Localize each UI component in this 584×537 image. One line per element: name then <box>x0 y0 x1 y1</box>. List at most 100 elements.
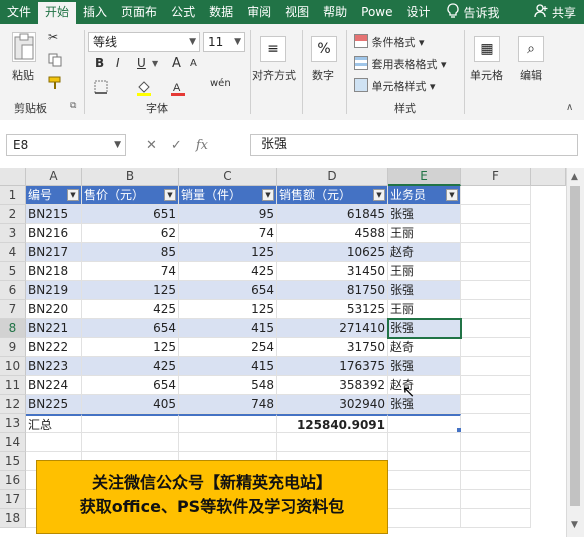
filter-dropdown-icon[interactable]: ▼ <box>446 189 458 201</box>
table-cell[interactable]: BN222 <box>26 338 82 357</box>
table-resize-handle[interactable] <box>457 428 461 432</box>
table-cell[interactable]: 62 <box>82 224 179 243</box>
cell[interactable] <box>461 395 531 414</box>
cell[interactable] <box>461 509 531 528</box>
tab-data[interactable]: 数据 <box>202 0 240 24</box>
row-header-9[interactable]: 9 <box>0 338 26 357</box>
cancel-icon[interactable]: ✕ <box>146 138 157 153</box>
cell[interactable] <box>179 433 277 452</box>
table-cell[interactable]: 302940 <box>277 395 388 414</box>
tab-formulas[interactable]: 公式 <box>164 0 202 24</box>
border-icon[interactable] <box>94 80 108 97</box>
alignment-icon[interactable]: ≡ <box>260 36 286 62</box>
table-cell[interactable]: 张强 <box>388 205 461 224</box>
format-painter-icon[interactable] <box>48 76 62 93</box>
row-header-11[interactable]: 11 <box>0 376 26 395</box>
copy-icon[interactable] <box>48 53 62 70</box>
cell[interactable] <box>388 452 461 471</box>
table-cell[interactable]: 425 <box>82 300 179 319</box>
table-header-cell[interactable]: 售价（元） ▼ <box>82 186 179 205</box>
cell[interactable] <box>26 433 82 452</box>
grow-font-button[interactable]: A <box>172 56 181 71</box>
number-format-button[interactable]: 数字 <box>312 67 334 83</box>
insert-function-icon[interactable]: fx <box>196 138 208 153</box>
table-cell[interactable]: 10625 <box>277 243 388 262</box>
filter-dropdown-icon[interactable]: ▼ <box>262 189 274 201</box>
table-cell[interactable]: 王丽 <box>388 224 461 243</box>
row-header-14[interactable]: 14 <box>0 433 26 452</box>
total-empty-cell[interactable] <box>82 414 179 433</box>
cell[interactable] <box>461 224 531 243</box>
cell[interactable] <box>461 452 531 471</box>
table-header-cell[interactable]: 销售额（元） ▼ <box>277 186 388 205</box>
font-name-select[interactable]: 等线 ▼ <box>88 32 200 52</box>
fill-color-icon[interactable] <box>136 80 152 99</box>
cell[interactable] <box>461 338 531 357</box>
cell[interactable] <box>388 433 461 452</box>
collapse-ribbon-icon[interactable]: ∧ <box>566 102 573 113</box>
row-header-12[interactable]: 12 <box>0 395 26 414</box>
row-header-7[interactable]: 7 <box>0 300 26 319</box>
row-header-2[interactable]: 2 <box>0 205 26 224</box>
cells-icon[interactable]: ▦ <box>474 36 500 62</box>
tab-home[interactable]: 开始 <box>38 0 77 24</box>
table-cell[interactable]: 王丽 <box>388 262 461 281</box>
cell[interactable] <box>461 490 531 509</box>
cell[interactable] <box>461 357 531 376</box>
row-header-18[interactable]: 18 <box>0 509 26 528</box>
conditional-format-button[interactable]: 条件格式 ▾ <box>354 34 425 50</box>
table-cell[interactable]: BN216 <box>26 224 82 243</box>
table-cell[interactable]: 王丽 <box>388 300 461 319</box>
vertical-scrollbar[interactable]: ▲ ▼ <box>566 168 584 537</box>
tab-design[interactable]: 设计 <box>400 0 438 24</box>
table-cell[interactable]: 95 <box>179 205 277 224</box>
percent-icon[interactable]: % <box>311 36 337 62</box>
cell[interactable] <box>388 509 461 528</box>
filter-dropdown-icon[interactable]: ▼ <box>373 189 385 201</box>
cells-button[interactable]: 单元格 <box>470 67 503 83</box>
column-header-f[interactable]: F <box>461 168 531 186</box>
format-as-table-button[interactable]: 套用表格格式 ▾ <box>354 56 447 72</box>
table-cell[interactable]: 254 <box>179 338 277 357</box>
tab-review[interactable]: 审阅 <box>240 0 278 24</box>
total-empty-cell[interactable] <box>179 414 277 433</box>
row-header-1[interactable]: 1 <box>0 186 26 205</box>
select-all-corner[interactable] <box>0 168 26 186</box>
table-cell[interactable]: 548 <box>179 376 277 395</box>
cell[interactable] <box>277 433 388 452</box>
row-header-8[interactable]: 8 <box>0 319 26 338</box>
table-cell[interactable]: 654 <box>82 376 179 395</box>
tell-me[interactable]: 告诉我 <box>438 2 508 22</box>
table-cell[interactable]: BN223 <box>26 357 82 376</box>
cell[interactable] <box>461 433 531 452</box>
table-cell[interactable]: 4588 <box>277 224 388 243</box>
table-cell[interactable]: 31450 <box>277 262 388 281</box>
total-empty-cell[interactable] <box>388 414 461 433</box>
table-cell[interactable]: BN219 <box>26 281 82 300</box>
table-header-cell[interactable]: 销量（件） ▼ <box>179 186 277 205</box>
cell[interactable] <box>461 186 531 205</box>
table-cell[interactable]: 651 <box>82 205 179 224</box>
table-cell[interactable]: BN221 <box>26 319 82 338</box>
row-header-3[interactable]: 3 <box>0 224 26 243</box>
bold-button[interactable]: B <box>95 56 104 70</box>
row-header-4[interactable]: 4 <box>0 243 26 262</box>
column-header-d[interactable]: D <box>277 168 388 186</box>
cell[interactable] <box>461 300 531 319</box>
row-header-10[interactable]: 10 <box>0 357 26 376</box>
table-cell[interactable]: 654 <box>179 281 277 300</box>
table-cell[interactable]: 张强 <box>388 281 461 300</box>
table-cell[interactable]: 81750 <box>277 281 388 300</box>
tab-view[interactable]: 视图 <box>278 0 316 24</box>
row-header-16[interactable]: 16 <box>0 471 26 490</box>
column-header-a[interactable]: A <box>26 168 82 186</box>
share-button[interactable]: 共享 <box>526 3 584 21</box>
table-cell[interactable]: BN217 <box>26 243 82 262</box>
filter-dropdown-icon[interactable]: ▼ <box>67 189 79 201</box>
table-cell[interactable]: 125 <box>179 243 277 262</box>
table-cell[interactable]: 74 <box>82 262 179 281</box>
table-cell[interactable]: 张强 <box>388 319 461 338</box>
cell[interactable] <box>388 471 461 490</box>
cell[interactable] <box>82 433 179 452</box>
paste-button[interactable]: 粘贴 <box>12 67 34 83</box>
